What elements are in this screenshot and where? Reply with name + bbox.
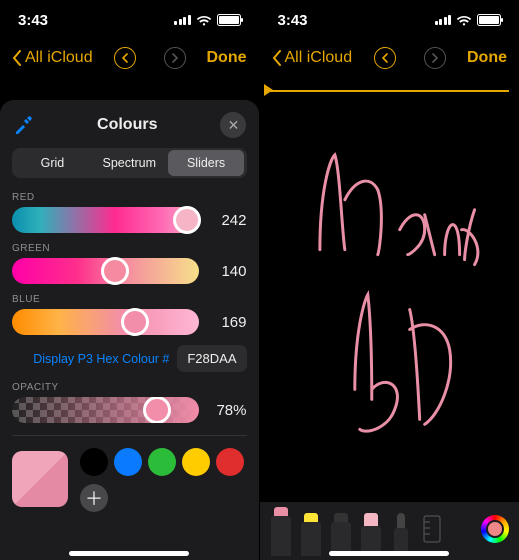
pen-tool[interactable] (270, 507, 292, 556)
redo-button (424, 47, 446, 69)
swatch-row: ＋ (12, 435, 247, 510)
cellular-icon (435, 15, 452, 25)
colour-picker-button[interactable] (481, 515, 509, 543)
screenshot-left: 3:43 All iCloud Done Co (0, 0, 260, 560)
red-slider[interactable] (12, 207, 199, 233)
blue-label: BLUE (12, 294, 247, 305)
close-icon: ✕ (228, 117, 240, 134)
home-indicator[interactable] (329, 551, 449, 556)
colour-panel: Colours ✕ Grid Spectrum Sliders RED 242 … (0, 100, 259, 560)
pencil-tool[interactable] (330, 513, 352, 556)
done-button[interactable]: Done (207, 49, 247, 67)
tab-sliders[interactable]: Sliders (168, 150, 245, 176)
status-bar: 3:43 (260, 0, 519, 40)
green-label: GREEN (12, 243, 247, 254)
tab-spectrum[interactable]: Spectrum (91, 150, 168, 176)
eyedropper-button[interactable] (12, 114, 34, 136)
status-time: 3:43 (18, 12, 48, 29)
undo-button[interactable] (114, 47, 136, 69)
status-time: 3:43 (278, 12, 308, 29)
current-colour-swatch[interactable] (12, 451, 68, 507)
green-slider-group: GREEN 140 (12, 243, 247, 284)
back-button[interactable]: All iCloud (12, 49, 93, 67)
chevron-left-icon (272, 50, 282, 66)
status-bar: 3:43 (0, 0, 259, 40)
highlighter-tool[interactable] (300, 513, 322, 556)
preset-black[interactable] (80, 448, 108, 476)
hex-row: Display P3 Hex Colour # F28DAA (12, 345, 247, 372)
tab-grid[interactable]: Grid (14, 150, 91, 176)
wifi-icon (196, 14, 212, 26)
hex-value-field[interactable]: F28DAA (177, 345, 246, 372)
cellular-icon (174, 15, 191, 25)
handwriting-stroke (260, 80, 519, 499)
blue-slider[interactable] (12, 309, 199, 335)
preset-blue[interactable] (114, 448, 142, 476)
blue-slider-group: BLUE 169 (12, 294, 247, 335)
navigation-bar: All iCloud Done (0, 40, 259, 75)
back-label: All iCloud (285, 49, 353, 67)
preset-green[interactable] (148, 448, 176, 476)
opacity-slider[interactable] (12, 397, 199, 423)
screenshot-right: 3:43 All iCloud Done (260, 0, 519, 560)
green-thumb[interactable] (101, 257, 129, 285)
close-button[interactable]: ✕ (220, 112, 246, 138)
drawing-canvas[interactable] (260, 80, 519, 500)
red-slider-group: RED 242 (12, 192, 247, 233)
blue-value: 169 (209, 314, 247, 331)
status-icons (435, 14, 502, 26)
done-button[interactable]: Done (467, 49, 507, 67)
lasso-tool[interactable] (390, 513, 412, 556)
preset-swatches: ＋ (76, 448, 247, 510)
preset-yellow[interactable] (182, 448, 210, 476)
opacity-value: 78% (209, 402, 247, 419)
undo-redo-group (374, 47, 446, 69)
opacity-slider-group: OPACITY 78% (12, 382, 247, 423)
navigation-bar: All iCloud Done (260, 40, 519, 75)
green-slider[interactable] (12, 258, 199, 284)
battery-icon (217, 14, 241, 26)
red-thumb[interactable] (173, 206, 201, 234)
eraser-tool[interactable] (360, 513, 382, 556)
green-value: 140 (209, 263, 247, 280)
redo-button (164, 47, 186, 69)
hex-label[interactable]: Display P3 Hex Colour # (33, 352, 169, 366)
undo-button[interactable] (374, 47, 396, 69)
ruler-tool[interactable] (420, 514, 444, 544)
blue-thumb[interactable] (121, 308, 149, 336)
add-preset-button[interactable]: ＋ (80, 484, 108, 512)
red-label: RED (12, 192, 247, 203)
chevron-left-icon (12, 50, 22, 66)
battery-icon (477, 14, 501, 26)
home-indicator[interactable] (69, 551, 189, 556)
wifi-icon (456, 14, 472, 26)
red-value: 242 (209, 212, 247, 229)
mode-segmented-control[interactable]: Grid Spectrum Sliders (12, 148, 247, 178)
panel-title: Colours (97, 116, 157, 134)
opacity-label: OPACITY (12, 382, 247, 393)
status-icons (174, 14, 241, 26)
undo-redo-group (114, 47, 186, 69)
back-button[interactable]: All iCloud (272, 49, 353, 67)
opacity-thumb[interactable] (143, 397, 171, 423)
back-label: All iCloud (25, 49, 93, 67)
preset-red[interactable] (216, 448, 244, 476)
